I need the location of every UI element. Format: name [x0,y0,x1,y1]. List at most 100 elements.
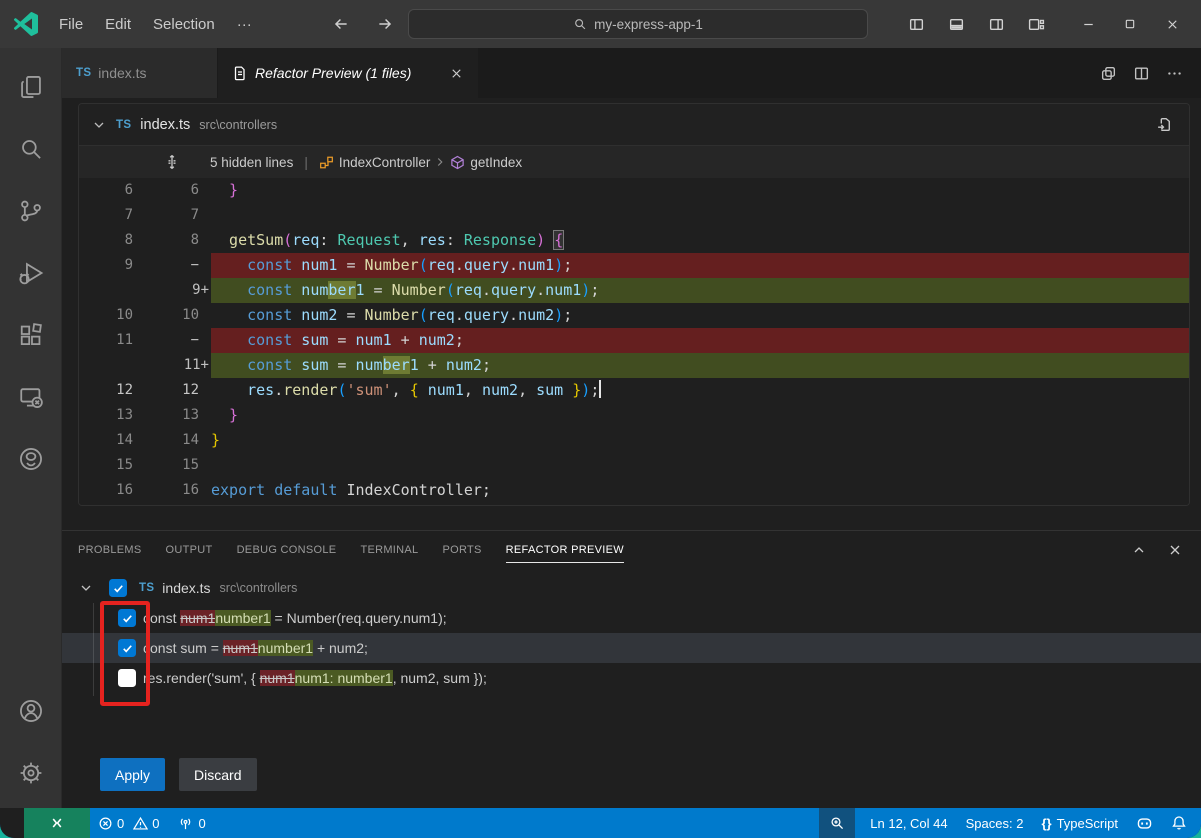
chevron-down-icon[interactable] [78,580,94,596]
split-editor-icon[interactable] [1133,65,1150,82]
close-tab-icon[interactable] [449,66,464,81]
notifications-status[interactable] [1162,808,1201,838]
unfold-hidden-lines-icon[interactable] [164,154,180,170]
toggle-primary-sidebar-button[interactable] [901,9,931,39]
code-line-removed: 9− const num1 = Number(req.query.num1); [79,253,1189,278]
indentation-status[interactable]: Spaces: 2 [957,808,1033,838]
change-row-3[interactable]: res.render('sum', { num1num1: number1, n… [62,663,1201,693]
ribbon-separator: | [304,155,308,170]
tab-label: index.ts [98,65,146,81]
cursor-position-status[interactable]: Ln 12, Col 44 [861,808,956,838]
extensions-icon[interactable] [0,310,62,360]
code-line: 77 [79,203,1189,228]
menu-edit[interactable]: Edit [94,12,142,37]
remote-explorer-icon[interactable] [0,372,62,422]
hidden-lines-ribbon: 5 hidden lines | IndexController getInde… [79,146,1189,178]
tab-refactor-preview[interactable]: Refactor Preview (1 files) [218,48,478,98]
error-icon [98,816,113,831]
toggle-secondary-sidebar-button[interactable] [981,9,1011,39]
panel-tab-bar: PROBLEMS OUTPUT DEBUG CONSOLE TERMINAL P… [62,531,1201,569]
search-view-icon[interactable] [0,124,62,174]
command-center-search[interactable]: my-express-app-1 [408,9,868,39]
vscode-logo-icon [14,12,38,36]
code-line: 1313 } [79,403,1189,428]
run-debug-icon[interactable] [0,248,62,298]
tab-refactor-preview-panel[interactable]: REFACTOR PREVIEW [506,538,624,563]
menu-file[interactable]: File [48,12,94,37]
braces-icon: {} [1041,816,1051,831]
source-control-icon[interactable] [0,186,62,236]
github-icon[interactable] [0,434,62,484]
problems-status[interactable]: 0 0 [90,808,159,838]
breadcrumb-method[interactable]: getIndex [450,155,522,170]
change-checkbox-checked[interactable] [118,609,136,627]
tree-indent-guide [93,603,94,696]
maximize-panel-icon[interactable] [1131,542,1147,558]
language-status[interactable]: {} TypeScript [1032,808,1127,838]
change-text: res.render('sum', { num1num1: number1, n… [143,670,487,686]
file-name: index.ts [162,580,210,596]
change-row-2[interactable]: const sum = num1number1 + num2; [62,633,1201,663]
change-checkbox-checked[interactable] [118,639,136,657]
customize-layout-button[interactable] [1021,9,1051,39]
tab-index-ts[interactable]: TS index.ts [62,48,218,98]
code-line: 66 } [79,178,1189,203]
more-actions-icon[interactable] [1166,65,1183,82]
hidden-lines-label[interactable]: 5 hidden lines [210,155,293,170]
chevron-down-icon[interactable] [91,117,107,133]
error-count: 0 [117,816,124,831]
symbol-method-icon [450,155,465,170]
remote-indicator[interactable] [24,808,90,838]
preview-file-icon [232,65,248,81]
open-file-icon[interactable] [1156,116,1173,133]
minimize-button[interactable] [1067,7,1109,41]
file-tree-row[interactable]: TS index.ts src\controllers [62,573,1201,603]
typescript-file-icon: TS [139,582,154,594]
tab-output[interactable]: OUTPUT [166,538,213,562]
code-line-removed: 11− const sum = num1 + num2; [79,328,1189,353]
vscode-window: File Edit Selection ··· my-express-app-1 [0,0,1201,838]
navigate-back-icon[interactable] [332,15,350,33]
copilot-status[interactable] [1127,808,1162,838]
code-line-added: 9+ const number1 = Number(req.query.num1… [79,278,1189,303]
zoom-status-button[interactable] [819,808,855,838]
tab-problems[interactable]: PROBLEMS [78,538,142,562]
diff-editor: TS index.ts src\controllers 5 hidden lin… [62,98,1201,530]
copilot-icon [1136,815,1153,832]
breadcrumb-class[interactable]: IndexController [319,155,431,170]
symbol-class-icon [319,155,334,170]
editor-tab-bar: TS index.ts Refactor Preview (1 files) [62,48,1201,98]
apply-button[interactable]: Apply [100,758,165,791]
code-line: 1515 [79,453,1189,478]
file-path: src\controllers [220,581,298,595]
tab-debug-console[interactable]: DEBUG CONSOLE [237,538,337,562]
toggle-panel-button[interactable] [941,9,971,39]
refactor-preview-tree: TS index.ts src\controllers const num1nu… [62,573,1201,693]
file-checkbox[interactable] [109,579,127,597]
change-checkbox-unchecked[interactable] [118,669,136,687]
tab-terminal[interactable]: TERMINAL [360,538,418,562]
code-editor[interactable]: 66 } 77 88 getSum(req: Request, res: Res… [79,178,1189,505]
titlebar: File Edit Selection ··· my-express-app-1 [0,0,1201,48]
accounts-icon[interactable] [0,686,62,736]
close-panel-icon[interactable] [1167,542,1183,558]
menu-selection[interactable]: Selection [142,12,226,37]
change-row-1[interactable]: const num1number1 = Number(req.query.num… [62,603,1201,633]
maximize-button[interactable] [1109,7,1151,41]
tab-ports[interactable]: PORTS [442,538,481,562]
diff-file-header[interactable]: TS index.ts src\controllers [79,104,1189,146]
bell-icon [1171,815,1187,831]
explorer-icon[interactable] [0,62,62,112]
navigate-forward-icon[interactable] [376,15,394,33]
compare-changes-icon[interactable] [1100,65,1117,82]
menu-more[interactable]: ··· [226,12,263,37]
settings-gear-icon[interactable] [0,748,62,798]
zoom-icon [829,815,845,831]
typescript-file-icon: TS [76,67,91,79]
close-window-button[interactable] [1151,7,1193,41]
change-text: const num1number1 = Number(req.query.num… [143,610,447,626]
activity-bar [0,48,62,808]
discard-button[interactable]: Discard [179,758,256,791]
change-text: const sum = num1number1 + num2; [143,640,368,656]
ports-status[interactable]: 0 [169,808,214,838]
